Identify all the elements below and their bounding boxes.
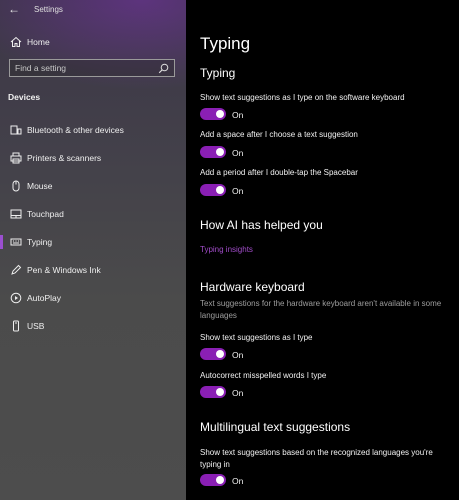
toggle-knob	[216, 148, 224, 156]
section-heading-multilingual: Multilingual text suggestions	[200, 420, 351, 434]
toggle-state: On	[232, 110, 244, 120]
section-heading-devices: Devices	[8, 92, 41, 102]
toggle-hardware-suggestions[interactable]	[200, 348, 226, 360]
toggle-state: On	[232, 476, 244, 486]
sidebar: ← Settings Home Devices Bluetooth & othe…	[0, 0, 186, 500]
setting-label: Autocorrect misspelled words I type	[200, 371, 327, 380]
sidebar-item-touchpad[interactable]: Touchpad	[0, 204, 186, 224]
title-bar: ← Settings	[0, 0, 186, 20]
toggle-autocorrect[interactable]	[200, 386, 226, 398]
sidebar-item-label: Typing	[27, 237, 53, 247]
sidebar-item-label: Printers & scanners	[27, 153, 102, 163]
search-box[interactable]	[9, 59, 175, 77]
sidebar-item-label: Pen & Windows Ink	[27, 265, 101, 275]
sidebar-item-printers[interactable]: Printers & scanners	[0, 148, 186, 168]
toggle-add-period[interactable]	[200, 184, 226, 196]
toggle-knob	[216, 350, 224, 358]
section-heading-typing: Typing	[200, 66, 236, 80]
toggle-state: On	[232, 148, 244, 158]
multilingual-setting-label: Show text suggestions based on the recog…	[200, 448, 433, 469]
nav-home-label: Home	[27, 37, 50, 47]
mouse-icon	[12, 180, 20, 192]
toggle-state: On	[232, 388, 244, 398]
toggle-software-suggestions[interactable]	[200, 108, 226, 120]
sidebar-item-label: Bluetooth & other devices	[27, 125, 124, 135]
back-arrow-icon[interactable]: ←	[8, 2, 20, 16]
section-heading-ai: How AI has helped you	[200, 218, 323, 232]
setting-label: Add a space after I choose a text sugges…	[200, 130, 358, 139]
bluetooth-devices-icon	[10, 125, 22, 135]
toggle-multilingual[interactable]	[200, 474, 226, 486]
main-content: Typing Typing Show text suggestions as I…	[186, 0, 459, 500]
usb-icon	[13, 320, 19, 332]
setting-label: Show text suggestions as I type	[200, 333, 313, 342]
sidebar-item-typing[interactable]: Typing	[0, 232, 186, 252]
sidebar-item-usb[interactable]: USB	[0, 316, 186, 336]
printer-icon	[10, 152, 22, 164]
autoplay-icon	[10, 292, 22, 304]
sidebar-item-label: Mouse	[27, 181, 53, 191]
sidebar-item-autoplay[interactable]: AutoPlay	[0, 288, 186, 308]
search-input[interactable]	[15, 62, 155, 74]
sidebar-item-mouse[interactable]: Mouse	[0, 176, 186, 196]
touchpad-icon	[10, 209, 22, 219]
home-icon	[10, 36, 22, 47]
toggle-knob	[216, 186, 224, 194]
toggle-knob	[216, 110, 224, 118]
toggle-add-space[interactable]	[200, 146, 226, 158]
setting-label: Show text suggestions as I type on the s…	[200, 93, 405, 102]
toggle-state: On	[232, 350, 244, 360]
page-title: Typing	[200, 34, 251, 53]
app-title: Settings	[34, 5, 63, 14]
sidebar-item-label: AutoPlay	[27, 293, 62, 303]
sidebar-item-bluetooth[interactable]: Bluetooth & other devices	[0, 120, 186, 140]
setting-label: Add a period after I double-tap the Spac…	[200, 168, 358, 177]
pen-icon	[11, 264, 22, 275]
section-heading-hardware: Hardware keyboard	[200, 280, 305, 294]
keyboard-icon	[10, 238, 22, 246]
hardware-description: Text suggestions for the hardware keyboa…	[200, 299, 442, 320]
search-icon[interactable]	[158, 63, 169, 74]
toggle-knob	[216, 476, 224, 484]
nav-home[interactable]: Home	[0, 33, 186, 51]
toggle-state: On	[232, 186, 244, 196]
typing-insights-link[interactable]: Typing insights	[200, 245, 253, 254]
toggle-knob	[216, 388, 224, 396]
sidebar-item-label: USB	[27, 321, 45, 331]
sidebar-item-pen[interactable]: Pen & Windows Ink	[0, 260, 186, 280]
sidebar-item-label: Touchpad	[27, 209, 64, 219]
